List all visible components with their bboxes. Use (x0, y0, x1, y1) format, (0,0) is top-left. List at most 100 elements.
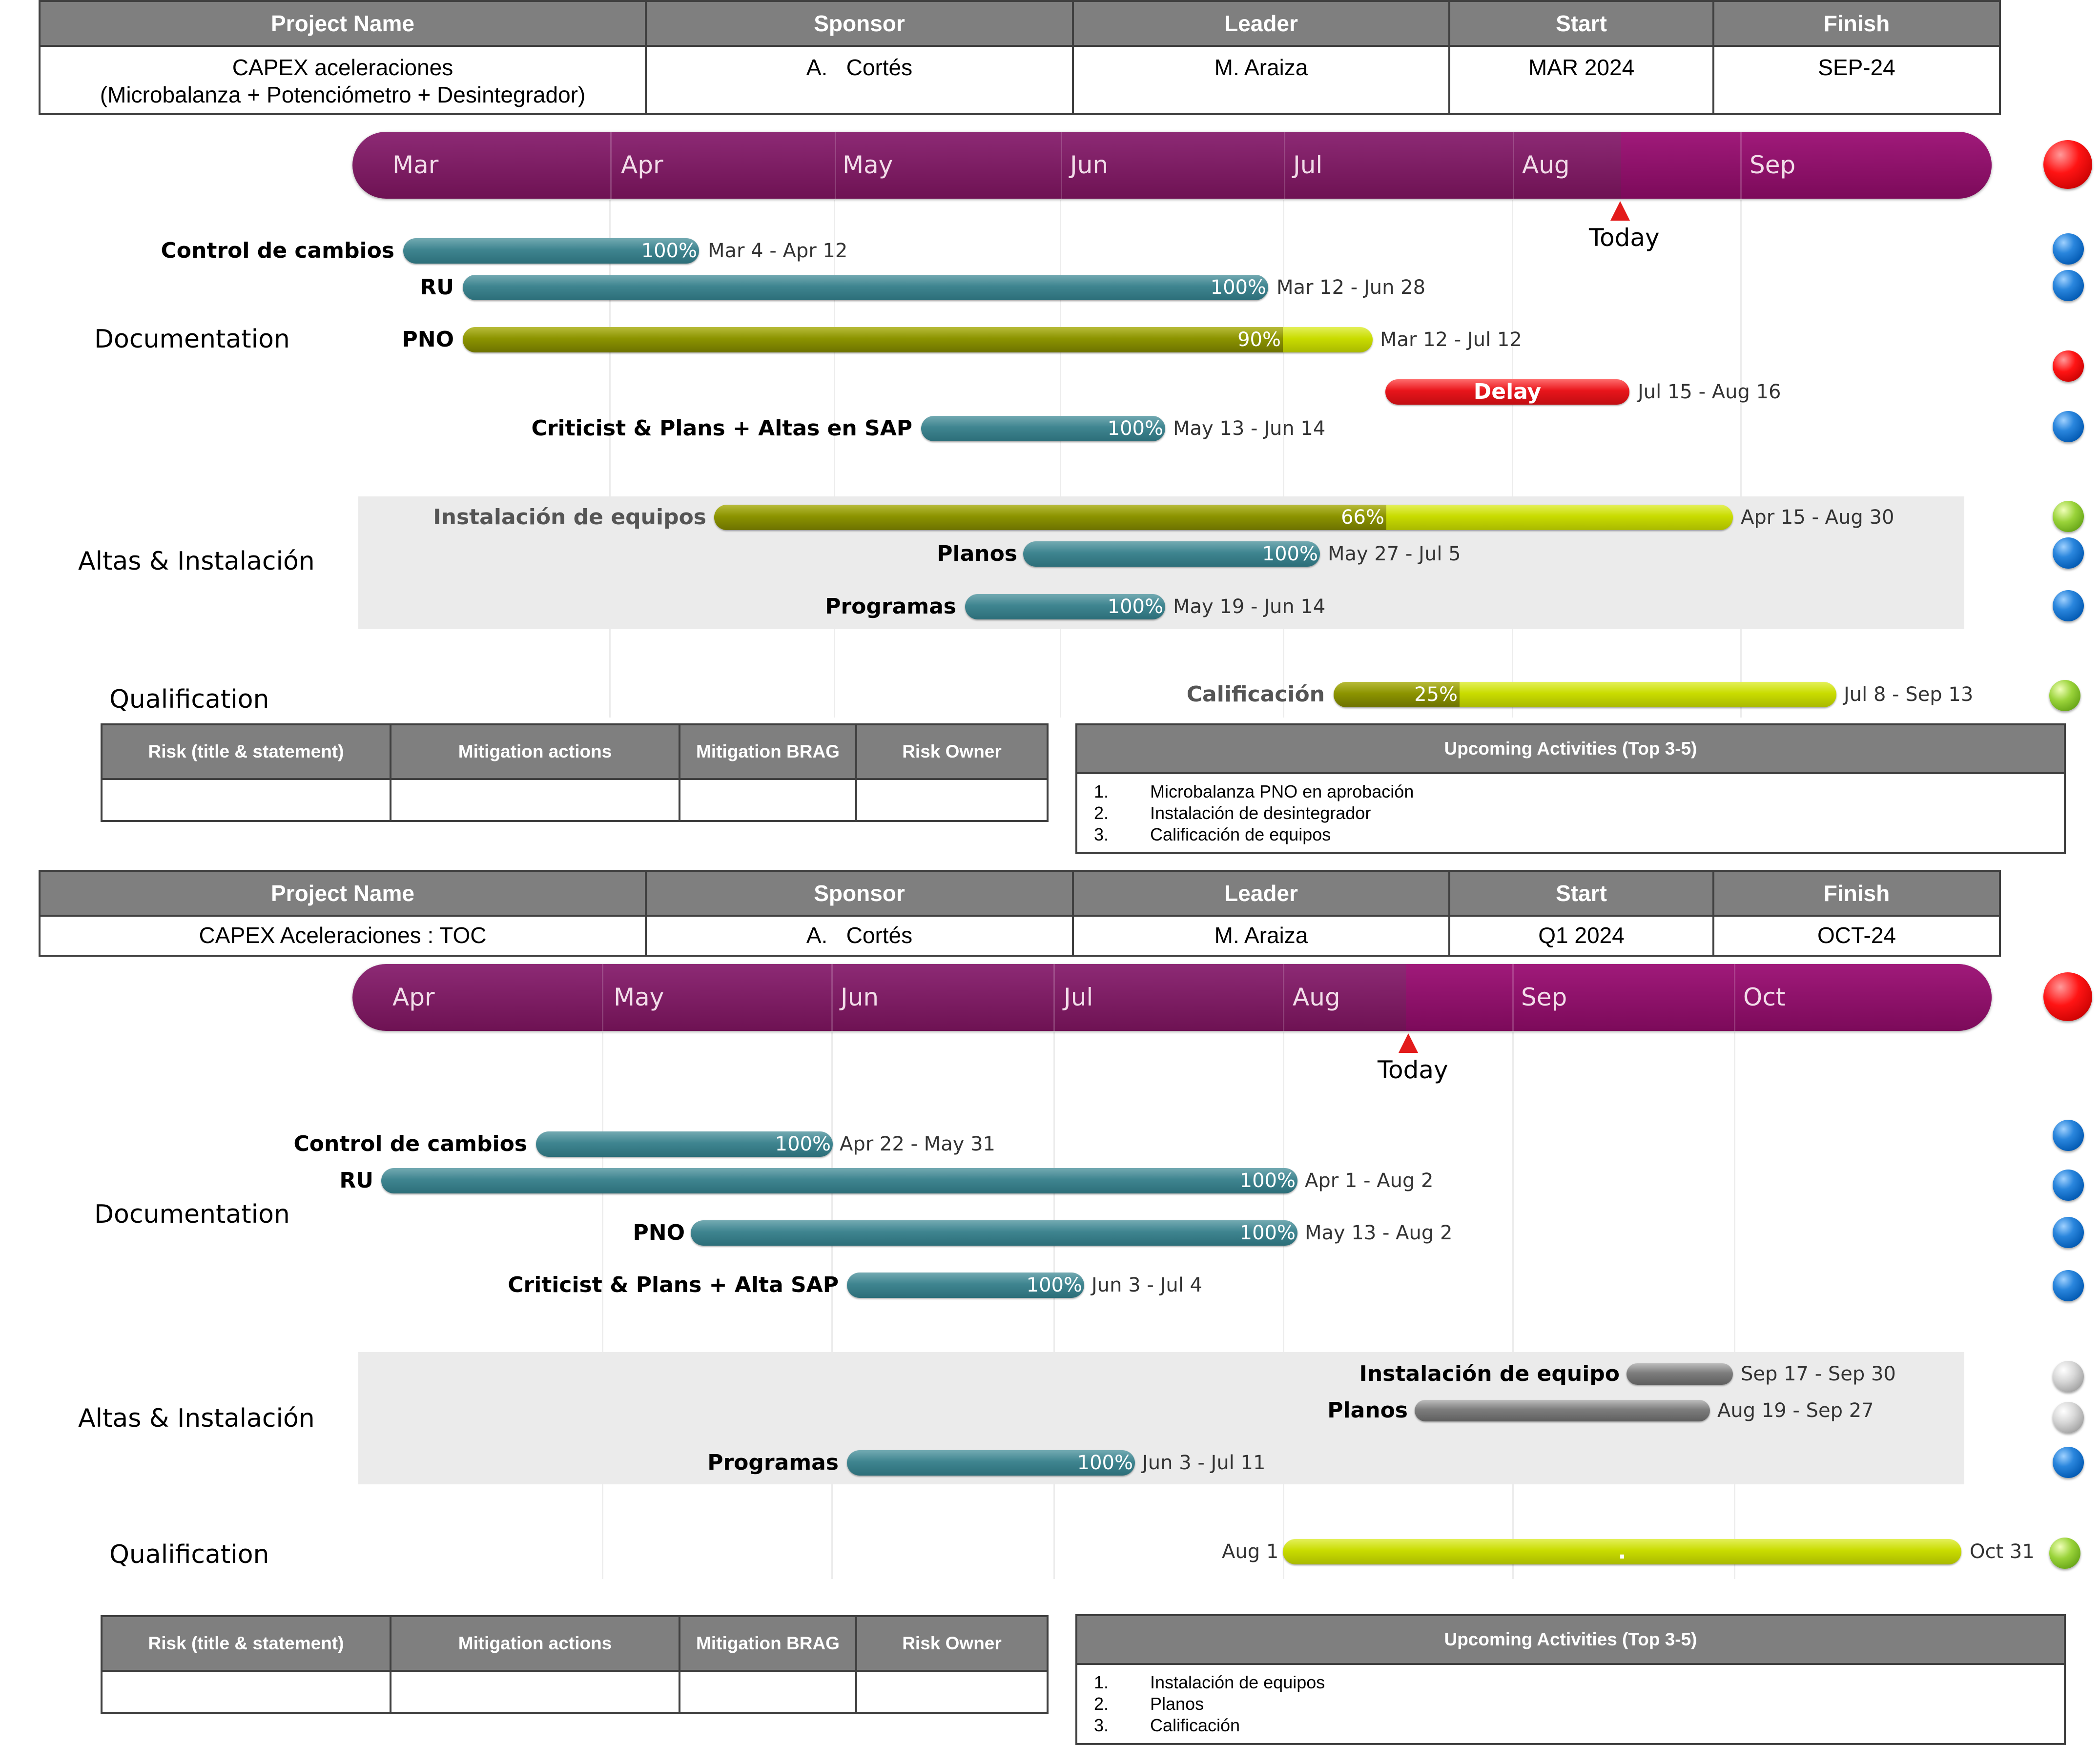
task-dates: Apr 22 - May 31 (840, 1133, 995, 1155)
task-percent: 100% (1107, 417, 1163, 440)
task-bar[interactable]: . (1283, 1539, 1961, 1564)
upcoming-activities: Upcoming Activities (Top 3-5) 1. Instalac… (1075, 1614, 2066, 1745)
task-label: Instalación de equipo (1359, 1361, 1620, 1386)
gridline (602, 1032, 603, 1579)
today-marker (1610, 201, 1630, 221)
task-bar[interactable]: 100% (691, 1220, 1297, 1246)
task-bar[interactable]: 100% (847, 1450, 1135, 1476)
month-label: Jul (1293, 151, 1323, 179)
timeline-future (1621, 132, 1992, 199)
mitigation-cell[interactable] (390, 778, 680, 822)
project-name: CAPEX aceleraciones (232, 55, 453, 80)
task-label: Planos (1327, 1398, 1408, 1423)
delay-label: Delay (1473, 379, 1542, 404)
upcoming-item: 3. Calificación de equipos (1094, 824, 2064, 845)
month-divider (610, 132, 612, 199)
gridline (1053, 1032, 1055, 1579)
upcoming-activities: Upcoming Activities (Top 3-5) 1. Microbal… (1075, 723, 2066, 854)
timeline-future (1406, 964, 1992, 1031)
task-progress-fill: 90% (463, 327, 1283, 352)
delay-bar[interactable]: Delay (1385, 379, 1629, 405)
timeline-band: Mar Apr May Jun Jul Aug Sep (352, 132, 1992, 199)
task-bar[interactable] (1626, 1363, 1733, 1385)
gridline (1740, 200, 1742, 718)
task-label: Criticist & Plans + Altas en SAP (531, 416, 912, 441)
owner-cell[interactable] (855, 1670, 1049, 1714)
task-bar[interactable]: 100% (536, 1131, 833, 1157)
item-text: Calificación (1150, 1715, 1240, 1735)
task-status-dot (2053, 270, 2084, 301)
task-percent: 66% (1341, 506, 1384, 529)
col-finish: Finish (1712, 0, 2001, 47)
task-label: Calificación (1186, 682, 1325, 707)
task-start-date: Aug 1 (1222, 1540, 1279, 1563)
col-start: Start (1448, 0, 1714, 47)
month-divider (1740, 132, 1742, 199)
task-bar[interactable]: 100% (1023, 541, 1320, 567)
month-label: Aug (1522, 151, 1570, 179)
brag-cell[interactable] (679, 1670, 857, 1714)
task-bar[interactable]: 100% (965, 594, 1165, 619)
item-number: 1. (1094, 781, 1109, 801)
task-label: Programas (825, 594, 956, 619)
task-percent: 100% (641, 240, 697, 262)
task-bar[interactable]: 100% (847, 1273, 1084, 1298)
upcoming-item: 2. Instalación de desintegrador (1094, 802, 2064, 824)
task-dates: Jul 15 - Aug 16 (1638, 381, 1781, 403)
brag-cell[interactable] (679, 778, 857, 822)
task-dates: May 27 - Jul 5 (1328, 543, 1461, 565)
task-bar[interactable]: 100% (921, 416, 1165, 441)
task-status-dot (2053, 501, 2084, 532)
sponsor-value: A. Cortés (645, 915, 1074, 957)
mitigation-cell[interactable] (390, 1670, 680, 1714)
task-label: Instalación de equipos (433, 505, 706, 530)
task-percent: 100% (1239, 1222, 1296, 1244)
upcoming-list: 1. Instalación de equipos 2. Planos 3. Cali… (1077, 1672, 2064, 1736)
month-divider (1734, 964, 1735, 1031)
start-value: MAR 2024 (1448, 45, 1714, 115)
item-number: 3. (1094, 1715, 1109, 1735)
upcoming-item: 3. Calificación (1094, 1715, 2064, 1736)
task-label: Criticist & Plans + Alta SAP (508, 1273, 839, 1297)
group-label-documentation: Documentation (94, 325, 290, 354)
col-owner: Risk Owner (855, 723, 1049, 780)
task-bar[interactable] (1415, 1400, 1710, 1421)
finish-value: SEP-24 (1712, 45, 2001, 115)
task-status-dot (2049, 1538, 2080, 1569)
risk-cell[interactable] (101, 778, 391, 822)
task-dates: Sep 17 - Sep 30 (1741, 1363, 1896, 1385)
risk-cell[interactable] (101, 1670, 391, 1714)
task-dates: Jul 8 - Sep 13 (1844, 683, 1974, 706)
owner-cell[interactable] (855, 778, 1049, 822)
task-dates: Aug 19 - Sep 27 (1717, 1399, 1874, 1422)
month-label: Sep (1750, 151, 1796, 179)
task-bar[interactable]: 66% (714, 505, 1733, 530)
item-text: Instalación de equipos (1150, 1672, 1325, 1692)
upcoming-item: 1. Instalación de equipos (1094, 1672, 2064, 1693)
month-label: Jul (1064, 983, 1093, 1011)
task-bar[interactable]: 100% (403, 238, 699, 264)
month-divider (1512, 964, 1514, 1031)
month-divider (1283, 964, 1284, 1031)
col-mitigation: Mitigation actions (390, 723, 680, 780)
task-dates: Jun 3 - Jul 4 (1091, 1274, 1202, 1296)
task-percent: 100% (1077, 1452, 1133, 1474)
task-bar[interactable]: 100% (381, 1168, 1297, 1193)
upcoming-title: Upcoming Activities (Top 3-5) (1077, 1616, 2064, 1665)
col-risk: Risk (title & statement) (101, 723, 391, 780)
task-bar[interactable]: 25% (1334, 682, 1836, 707)
sponsor-value: A. Cortés (645, 45, 1074, 115)
task-bar[interactable]: 100% (463, 275, 1268, 300)
task-status-dot (2053, 1361, 2084, 1392)
task-percent: 25% (1414, 683, 1458, 706)
gridline (1283, 1032, 1284, 1579)
task-label: Programas (707, 1450, 839, 1475)
project-header-table: Project Name Sponsor Leader Start Finish… (39, 0, 2001, 115)
col-owner: Risk Owner (855, 1615, 1049, 1672)
leader-value: M. Araiza (1072, 45, 1450, 115)
task-status-dot (2053, 1217, 2084, 1248)
task-bar[interactable]: 90% (463, 327, 1373, 352)
task-percent: 100% (775, 1133, 831, 1155)
task-status-dot (2053, 1120, 2084, 1151)
month-label: Mar (392, 151, 439, 179)
